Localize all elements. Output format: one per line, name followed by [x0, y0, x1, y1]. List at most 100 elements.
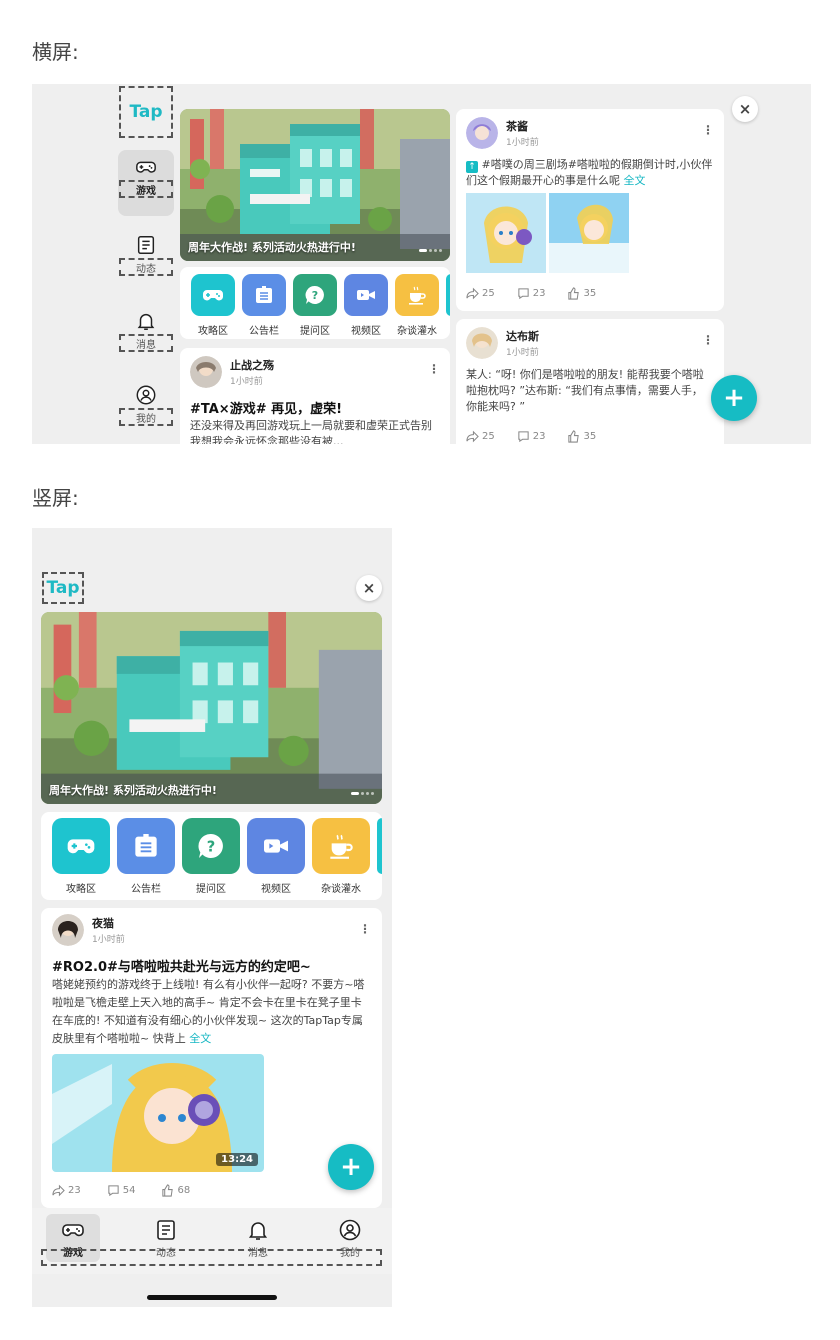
share-count: 25: [482, 288, 495, 299]
like-count: 35: [583, 288, 597, 299]
category-guides[interactable]: 攻略区: [191, 274, 235, 337]
share-icon: [466, 287, 479, 300]
landscape-mockup: Tap 游戏 动态 消息 我的 周年大作战! 系列活动火热进行中! 攻略区 公告…: [32, 84, 811, 444]
category-label: 攻略区: [66, 884, 96, 895]
more-options-icon[interactable]: ⋮: [702, 333, 714, 347]
category-chat[interactable]: 杂谈灌水: [312, 818, 370, 895]
banner-pager[interactable]: [351, 792, 374, 795]
category-label: 视频区: [351, 326, 381, 337]
home-indicator[interactable]: [147, 1295, 277, 1300]
user-icon: [136, 385, 156, 405]
category-notices[interactable]: 公告栏: [242, 274, 286, 337]
notice-board-icon: [256, 286, 272, 303]
landscape-section-title: 横屏:: [32, 40, 79, 64]
more-options-icon[interactable]: ⋮: [702, 123, 714, 137]
bell-icon: [137, 313, 155, 330]
nav-item-feed[interactable]: 动态: [118, 228, 174, 294]
category-label: 杂谈灌水: [397, 326, 437, 337]
post-card[interactable]: 止战之殇 1小时前 ⋮ #TA×游戏# 再见，虚荣! 还没来得及再回游戏玩上一局…: [180, 348, 450, 444]
like-count: 35: [583, 431, 597, 442]
new-post-fab[interactable]: +: [711, 375, 757, 421]
banner-caption: 周年大作战! 系列活动火热进行中!: [49, 784, 217, 797]
portrait-section-title: 竖屏:: [32, 486, 79, 510]
category-next-peek[interactable]: [446, 274, 450, 316]
like-button[interactable]: 35: [567, 430, 596, 443]
more-options-icon[interactable]: ⋮: [359, 922, 371, 936]
category-questions[interactable]: ? 提问区: [182, 818, 240, 895]
comment-icon: [518, 288, 529, 300]
more-options-icon[interactable]: ⋮: [428, 362, 440, 376]
thumbs-up-icon: [162, 1184, 174, 1197]
category-next-peek[interactable]: [377, 818, 382, 874]
avatar[interactable]: [466, 117, 498, 149]
post-title[interactable]: #RO2.0#与嗒啦啦共赴光与远方的约定吧~: [52, 956, 311, 975]
post-body[interactable]: 还没来得及再回游戏玩上一局就要和虚荣正式告别我想我会永远怀念那些没有被...: [190, 418, 442, 444]
post-body[interactable]: #嗒噗の周三剧场#嗒啦啦的假期倒计时,小伙伴们这个假期最开心的事是什么呢: [466, 158, 712, 187]
post-body[interactable]: 某人: “呀! 你们是嗒啦啦的朋友! 能帮我要个嗒啦啦抱枕吗? ”达布斯: “我…: [466, 367, 706, 415]
bell-icon: [248, 1222, 268, 1240]
portrait-mockup: Tap × 周年大作战! 系列活动火热进行中! 攻略区 公告栏 ? 提问区 视频…: [32, 528, 392, 1307]
post-image[interactable]: [466, 193, 546, 273]
category-videos[interactable]: 视频区: [344, 274, 388, 337]
comment-icon: [518, 431, 529, 443]
gamepad-icon: [136, 161, 156, 173]
category-label: 攻略区: [198, 326, 228, 337]
read-more-link[interactable]: 全文: [624, 174, 646, 187]
share-icon: [466, 430, 479, 443]
category-questions[interactable]: ? 提问区: [293, 274, 337, 337]
tap-logo[interactable]: Tap: [42, 572, 84, 604]
post-title[interactable]: #TA×游戏# 再见，虚荣!: [190, 398, 342, 417]
category-guides[interactable]: 攻略区: [52, 818, 110, 895]
post-card[interactable]: 茶酱 1小时前 ⋮ ↑ #嗒噗の周三剧场#嗒啦啦的假期倒计时,小伙伴们这个假期最…: [456, 109, 724, 311]
avatar[interactable]: [52, 914, 84, 946]
gamepad-icon: [203, 290, 223, 301]
post-author[interactable]: 茶酱: [506, 118, 539, 134]
category-videos[interactable]: 视频区: [247, 818, 305, 895]
post-stats: 25 23 35: [466, 287, 596, 300]
notice-board-icon: [135, 834, 157, 857]
category-label: 提问区: [196, 884, 226, 895]
close-button[interactable]: ×: [356, 575, 382, 601]
coffee-cup-icon: [409, 286, 426, 305]
post-time: 1小时前: [506, 138, 539, 148]
avatar[interactable]: [190, 356, 222, 388]
comment-button[interactable]: 23: [517, 430, 545, 443]
post-image[interactable]: [549, 193, 629, 273]
post-card[interactable]: 达布斯 1小时前 ⋮ 某人: “呀! 你们是嗒啦啦的朋友! 能帮我要个嗒啦啦抱枕…: [456, 319, 724, 444]
comment-button[interactable]: 23: [517, 287, 546, 300]
comment-button[interactable]: 54: [107, 1184, 135, 1197]
post-time: 1小时前: [230, 377, 263, 387]
like-button[interactable]: 68: [161, 1184, 190, 1197]
event-banner[interactable]: 周年大作战! 系列活动火热进行中!: [180, 109, 450, 261]
nav-item-games[interactable]: 游戏: [118, 150, 174, 216]
question-icon: ?: [198, 833, 223, 858]
nav-item-profile[interactable]: 我的: [118, 378, 174, 444]
read-more-link[interactable]: 全文: [189, 1032, 211, 1045]
post-video[interactable]: 13:24: [52, 1054, 264, 1172]
comment-count: 23: [532, 288, 546, 299]
svg-text:?: ?: [312, 289, 318, 302]
event-banner[interactable]: 周年大作战! 系列活动火热进行中!: [41, 612, 382, 804]
category-chat[interactable]: 杂谈灌水: [395, 274, 439, 337]
nav-item-messages[interactable]: 消息: [118, 304, 174, 370]
post-author[interactable]: 达布斯: [506, 328, 539, 344]
share-button[interactable]: 25: [466, 430, 495, 443]
banner-pager[interactable]: [419, 249, 442, 252]
category-notices[interactable]: 公告栏: [117, 818, 175, 895]
post-author[interactable]: 夜猫: [92, 915, 125, 931]
share-button[interactable]: 25: [466, 287, 495, 300]
new-post-fab[interactable]: +: [328, 1144, 374, 1190]
banner-caption: 周年大作战! 系列活动火热进行中!: [188, 241, 356, 254]
feed-icon: [157, 1220, 175, 1240]
category-label: 提问区: [300, 326, 330, 337]
user-icon: [339, 1219, 361, 1241]
share-icon: [52, 1184, 65, 1197]
share-button[interactable]: 23: [52, 1184, 81, 1197]
post-author[interactable]: 止战之殇: [230, 357, 274, 373]
share-count: 25: [482, 431, 495, 442]
tap-logo[interactable]: Tap: [119, 86, 173, 138]
post-stats: 25 23 35: [466, 430, 596, 443]
close-button[interactable]: ×: [732, 96, 758, 122]
like-button[interactable]: 35: [567, 287, 596, 300]
avatar[interactable]: [466, 327, 498, 359]
